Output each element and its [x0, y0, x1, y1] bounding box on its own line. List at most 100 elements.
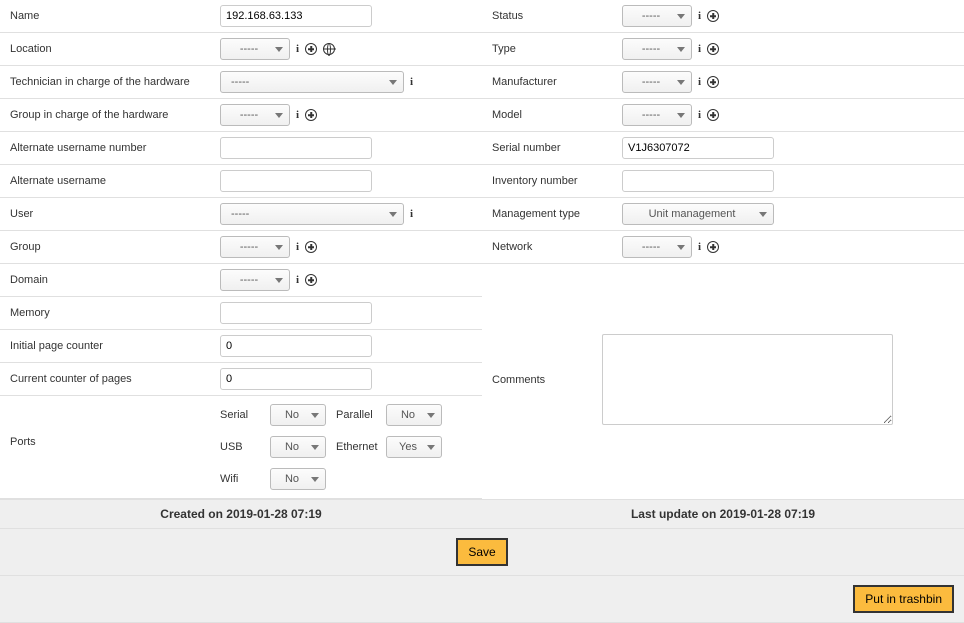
domain-select[interactable]: ----- — [220, 269, 290, 291]
chevron-down-icon — [311, 413, 319, 418]
type-select[interactable]: ----- — [622, 38, 692, 60]
label-group-hw: Group in charge of the hardware — [10, 109, 220, 121]
cur-page-input[interactable] — [220, 368, 372, 390]
label-manufacturer: Manufacturer — [492, 76, 622, 88]
add-icon[interactable] — [707, 76, 719, 88]
chevron-down-icon — [427, 413, 435, 418]
info-icon[interactable]: i — [698, 10, 701, 22]
created-on: Created on 2019-01-28 07:19 — [0, 507, 482, 521]
label-user: User — [10, 208, 220, 220]
row-model: Model ----- i — [482, 99, 964, 132]
manufacturer-select[interactable]: ----- — [622, 71, 692, 93]
updated-on: Last update on 2019-01-28 07:19 — [482, 507, 964, 521]
row-mgmt-type: Management type Unit management — [482, 198, 964, 231]
serial-select[interactable]: No — [270, 404, 326, 426]
ethernet-select[interactable]: Yes — [386, 436, 442, 458]
save-button[interactable]: Save — [456, 538, 507, 566]
label-type: Type — [492, 43, 622, 55]
row-domain: Domain ----- i — [0, 264, 482, 297]
row-tech-hw: Technician in charge of the hardware ---… — [0, 66, 482, 99]
chevron-down-icon — [275, 278, 283, 283]
chevron-down-icon — [677, 113, 685, 118]
row-init-page: Initial page counter — [0, 330, 482, 363]
row-memory: Memory — [0, 297, 482, 330]
add-icon[interactable] — [707, 10, 719, 22]
usb-select[interactable]: No — [270, 436, 326, 458]
group-select[interactable]: ----- — [220, 236, 290, 258]
chevron-down-icon — [759, 212, 767, 217]
chevron-down-icon — [311, 445, 319, 450]
alt-user-num-input[interactable] — [220, 137, 372, 159]
user-select[interactable]: ----- — [220, 203, 404, 225]
label-ethernet: Ethernet — [336, 441, 376, 453]
mgmt-type-select[interactable]: Unit management — [622, 203, 774, 225]
info-icon[interactable]: i — [698, 43, 701, 55]
info-icon[interactable]: i — [296, 241, 299, 253]
right-column: Status ----- i Type ----- i — [482, 0, 964, 499]
chevron-down-icon — [677, 245, 685, 250]
row-group: Group ----- i — [0, 231, 482, 264]
group-hw-select[interactable]: ----- — [220, 104, 290, 126]
label-network: Network — [492, 241, 622, 253]
chevron-down-icon — [389, 80, 397, 85]
label-cur-page: Current counter of pages — [10, 373, 220, 385]
info-icon[interactable]: i — [698, 76, 701, 88]
row-comments: Comments — [482, 324, 964, 435]
alt-user-input[interactable] — [220, 170, 372, 192]
label-group: Group — [10, 241, 220, 253]
row-network: Network ----- i — [482, 231, 964, 264]
info-icon[interactable]: i — [410, 76, 413, 88]
info-icon[interactable]: i — [698, 241, 701, 253]
chevron-down-icon — [275, 113, 283, 118]
comments-textarea[interactable] — [602, 334, 893, 425]
add-icon[interactable] — [305, 109, 317, 121]
inv-num-input[interactable] — [622, 170, 774, 192]
wifi-select[interactable]: No — [270, 468, 326, 490]
row-alt-user-num: Alternate username number — [0, 132, 482, 165]
globe-icon[interactable] — [323, 43, 335, 55]
location-select[interactable]: ----- — [220, 38, 290, 60]
model-select[interactable]: ----- — [622, 104, 692, 126]
info-icon[interactable]: i — [698, 109, 701, 121]
row-inv-num: Inventory number — [482, 165, 964, 198]
add-icon[interactable] — [305, 241, 317, 253]
chevron-down-icon — [427, 445, 435, 450]
row-user: User ----- i — [0, 198, 482, 231]
label-status: Status — [492, 10, 622, 22]
chevron-down-icon — [389, 212, 397, 217]
chevron-down-icon — [677, 47, 685, 52]
left-column: Name Location ----- i Technician in char… — [0, 0, 482, 499]
chevron-down-icon — [677, 14, 685, 19]
trash-button[interactable]: Put in trashbin — [853, 585, 954, 613]
add-icon[interactable] — [707, 109, 719, 121]
label-serial: Serial — [220, 409, 260, 421]
add-icon[interactable] — [305, 43, 317, 55]
parallel-select[interactable]: No — [386, 404, 442, 426]
info-icon[interactable]: i — [410, 208, 413, 220]
status-select[interactable]: ----- — [622, 5, 692, 27]
label-serial-num: Serial number — [492, 142, 622, 154]
add-icon[interactable] — [707, 43, 719, 55]
label-usb: USB — [220, 441, 260, 453]
info-icon[interactable]: i — [296, 43, 299, 55]
row-alt-user: Alternate username — [0, 165, 482, 198]
label-comments: Comments — [492, 374, 602, 386]
label-location: Location — [10, 43, 220, 55]
label-inv-num: Inventory number — [492, 175, 622, 187]
init-page-input[interactable] — [220, 335, 372, 357]
chevron-down-icon — [311, 477, 319, 482]
memory-input[interactable] — [220, 302, 372, 324]
label-ports: Ports — [10, 404, 220, 448]
serial-num-input[interactable] — [622, 137, 774, 159]
name-input[interactable] — [220, 5, 372, 27]
chevron-down-icon — [677, 80, 685, 85]
tech-hw-select[interactable]: ----- — [220, 71, 404, 93]
label-init-page: Initial page counter — [10, 340, 220, 352]
network-select[interactable]: ----- — [622, 236, 692, 258]
info-icon[interactable]: i — [296, 109, 299, 121]
info-icon[interactable]: i — [296, 274, 299, 286]
add-icon[interactable] — [305, 274, 317, 286]
add-icon[interactable] — [707, 241, 719, 253]
label-alt-user: Alternate username — [10, 175, 220, 187]
label-alt-user-num: Alternate username number — [10, 142, 220, 154]
